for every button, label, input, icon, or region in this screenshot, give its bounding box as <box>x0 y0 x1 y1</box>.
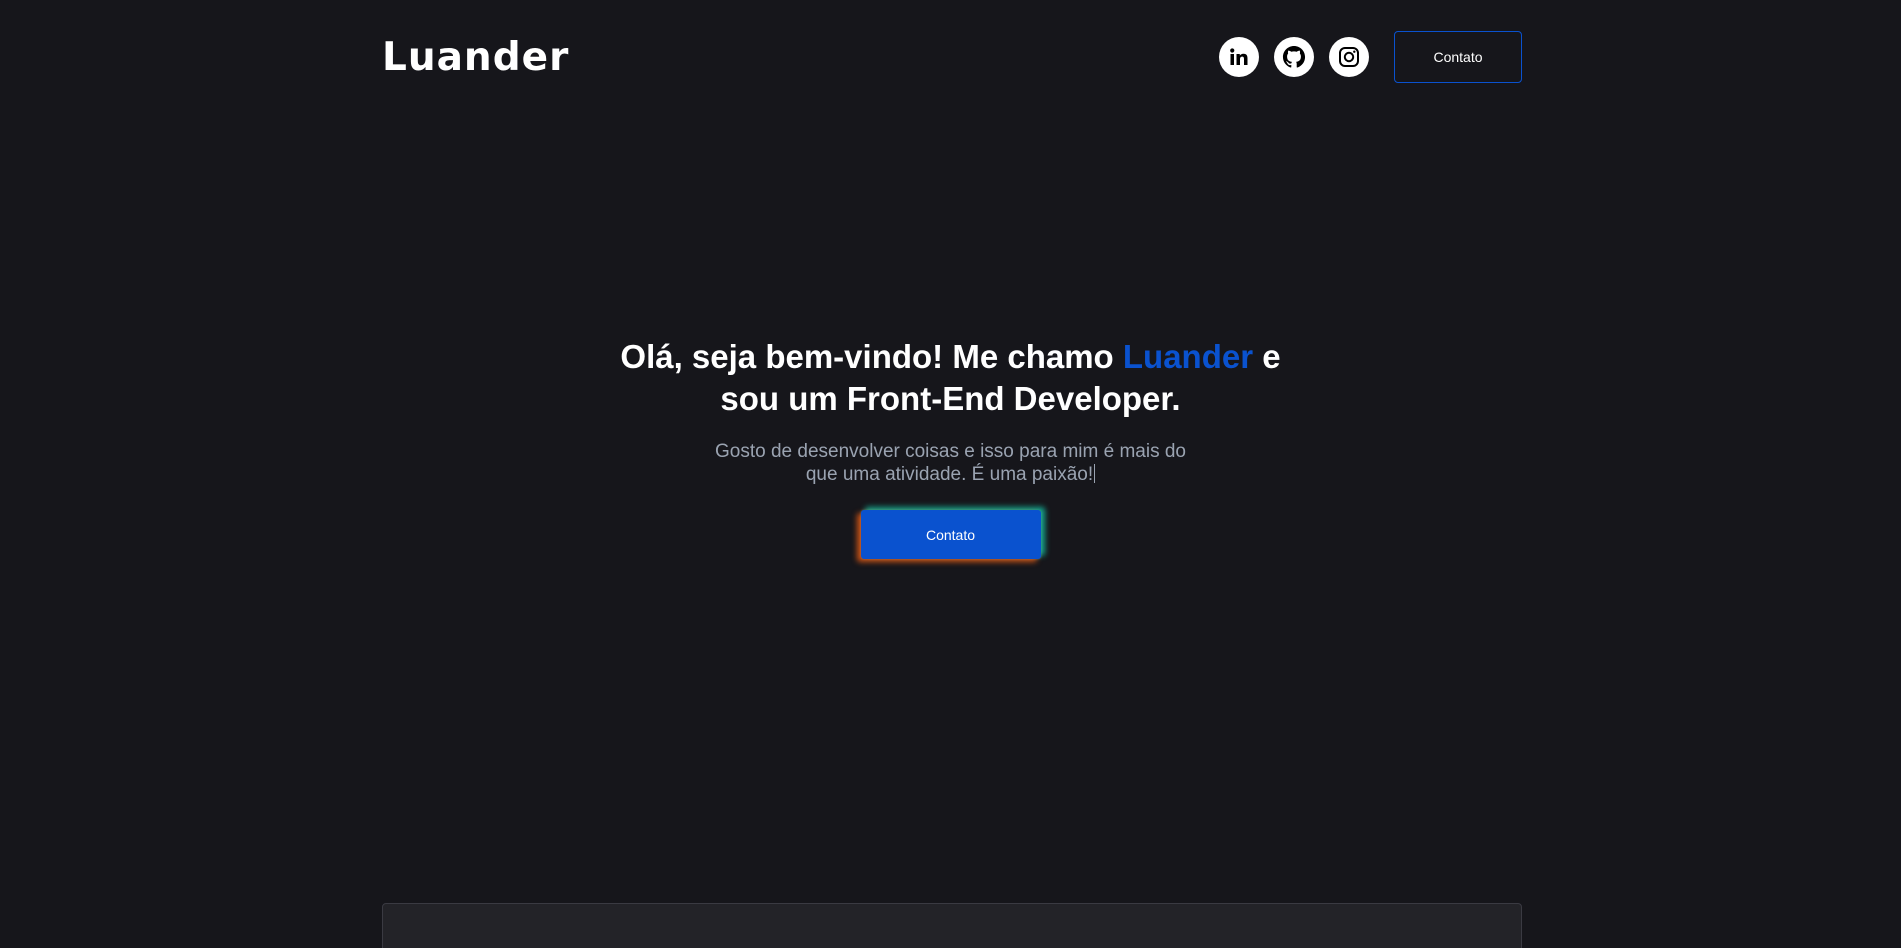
typing-caret <box>1094 464 1096 483</box>
hero-title-intro: Olá, seja bem-vindo! Me chamo <box>620 338 1123 375</box>
header-actions: Contato <box>1219 31 1522 83</box>
hero-subtitle: Gosto de desenvolver coisas e isso para … <box>701 440 1201 486</box>
github-link[interactable] <box>1274 37 1314 77</box>
contact-button-hero[interactable]: Contato <box>860 510 1041 559</box>
instagram-icon <box>1339 47 1359 67</box>
hero-subtitle-text: Gosto de desenvolver coisas e isso para … <box>715 441 1186 485</box>
hero-section: Olá, seja bem-vindo! Me chamo Luander e … <box>0 336 1901 559</box>
github-icon <box>1282 45 1306 68</box>
site-header: Luander Contato <box>382 29 1522 85</box>
social-links <box>1219 37 1369 77</box>
site-logo[interactable]: Luander <box>382 38 569 77</box>
instagram-link[interactable] <box>1329 37 1369 77</box>
linkedin-link[interactable] <box>1219 37 1259 77</box>
hero-title-name: Luander <box>1122 338 1254 375</box>
hero-title: Olá, seja bem-vindo! Me chamo Luander e … <box>601 336 1301 420</box>
content-card <box>382 903 1522 948</box>
linkedin-icon <box>1230 48 1248 65</box>
page: Luander Contato Olá, seja bem-vindo! Me … <box>0 0 1901 948</box>
contact-button-header[interactable]: Contato <box>1394 31 1522 83</box>
